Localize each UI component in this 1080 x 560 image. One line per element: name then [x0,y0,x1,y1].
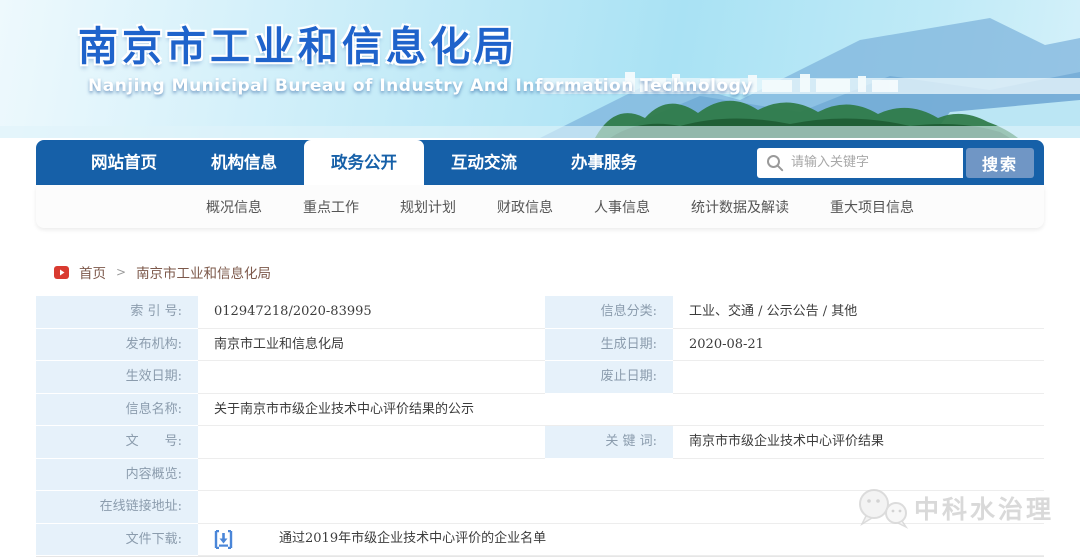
download-icon[interactable] [214,530,233,549]
table-row-index-number: 索 引 号: 012947218/2020-83995 信息分类: 工业、交通 … [36,296,1044,329]
search-icon [766,154,784,172]
table-row-document-number: 文 号: 关 键 词: 南京市市级企业技术中心评价结果 [36,426,1044,459]
value-index-number: 012947218/2020-83995 [198,296,545,329]
label-content-overview: 内容概览: [36,459,198,492]
label-info-category: 信息分类: [545,296,673,329]
navigation: 网站首页 机构信息 政务公开 互动交流 办事服务 搜索 概况信息 重点工作 规划… [36,140,1044,228]
label-file-download: 文件下载: [36,524,198,557]
label-generation-date: 生成日期: [545,329,673,362]
nav-item-government-affairs[interactable]: 政务公开 [304,140,424,185]
subnav-item-major-projects[interactable]: 重大项目信息 [830,197,914,217]
breadcrumb: 首页 > 南京市工业和信息化局 [54,262,271,282]
value-info-name: 关于南京市市级企业技术中心评价结果的公示 [198,394,1044,427]
breadcrumb-current-page[interactable]: 南京市工业和信息化局 [136,262,271,282]
site-title-english: Nanjing Municipal Bureau of Industry And… [88,76,753,96]
table-row-file-download: 文件下载: 通过2019年市级企业技术中心评价的企业名单 [36,524,1044,557]
value-effective-date [198,361,545,394]
label-keywords: 关 键 词: [545,426,673,459]
download-file-link[interactable]: 通过2019年市级企业技术中心评价的企业名单 [279,524,546,556]
label-document-number: 文 号: [36,426,198,459]
nav-item-organization[interactable]: 机构信息 [184,140,304,185]
document-info-table: 索 引 号: 012947218/2020-83995 信息分类: 工业、交通 … [36,296,1044,557]
table-row-info-name: 信息名称: 关于南京市市级企业技术中心评价结果的公示 [36,394,1044,427]
page: 南京市工业和信息化局 Nanjing Municipal Bureau of I… [0,0,1080,560]
subnav-item-key-work[interactable]: 重点工作 [303,197,359,217]
nav-item-services[interactable]: 办事服务 [544,140,664,185]
breadcrumb-separator: > [116,265,126,279]
table-row-content-overview: 内容概览: [36,459,1044,492]
value-file-download: 通过2019年市级企业技术中心评价的企业名单 [198,524,1044,557]
search-input[interactable] [757,148,963,178]
subnav-item-personnel[interactable]: 人事信息 [594,197,650,217]
table-row-effective-date: 生效日期: 废止日期: [36,361,1044,394]
table-row-online-link: 在线链接地址: [36,491,1044,524]
label-index-number: 索 引 号: [36,296,198,329]
label-issuing-agency: 发布机构: [36,329,198,362]
nav-item-home[interactable]: 网站首页 [64,140,184,185]
breadcrumb-home-icon [54,265,69,280]
subnav-item-finance[interactable]: 财政信息 [497,197,553,217]
value-content-overview [198,459,1044,492]
site-title: 南京市工业和信息化局 [78,14,518,72]
main-nav-bar: 网站首页 机构信息 政务公开 互动交流 办事服务 搜索 [36,140,1044,185]
subnav-item-statistics[interactable]: 统计数据及解读 [691,197,789,217]
label-effective-date: 生效日期: [36,361,198,394]
label-expiry-date: 废止日期: [545,361,673,394]
nav-item-interaction[interactable]: 互动交流 [424,140,544,185]
table-row-issuing-agency: 发布机构: 南京市工业和信息化局 生成日期: 2020-08-21 [36,329,1044,362]
value-keywords: 南京市市级企业技术中心评价结果 [673,426,1044,459]
subnav-item-planning[interactable]: 规划计划 [400,197,456,217]
label-info-name: 信息名称: [36,394,198,427]
value-document-number [198,426,545,459]
label-online-link: 在线链接地址: [36,491,198,524]
search-box: 搜索 [757,148,1034,178]
value-generation-date: 2020-08-21 [673,329,1044,362]
sub-nav-bar: 概况信息 重点工作 规划计划 财政信息 人事信息 统计数据及解读 重大项目信息 [36,185,1044,228]
value-online-link [198,491,1044,524]
subnav-item-overview[interactable]: 概况信息 [206,197,262,217]
search-button[interactable]: 搜索 [966,148,1034,178]
site-banner: 南京市工业和信息化局 Nanjing Municipal Bureau of I… [0,0,1080,138]
value-expiry-date [673,361,1044,394]
value-info-category: 工业、交通 / 公示公告 / 其他 [673,296,1044,329]
value-issuing-agency: 南京市工业和信息化局 [198,329,545,362]
breadcrumb-home-link[interactable]: 首页 [79,262,106,282]
